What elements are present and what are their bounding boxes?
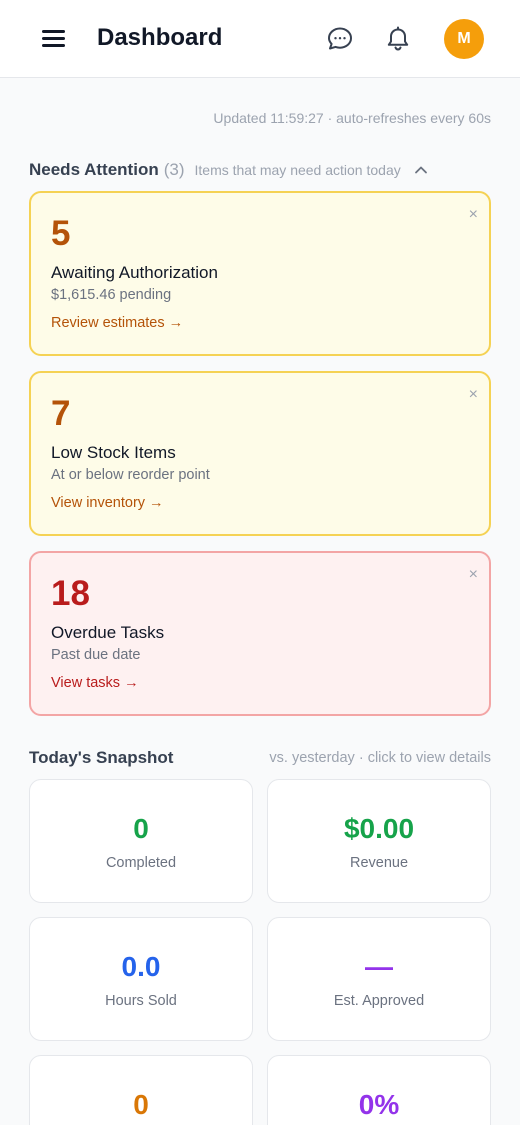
alert-value: 5 xyxy=(51,214,71,253)
snapshot-subtitle: vs. yesterday · click to view details xyxy=(269,750,491,766)
alert-card-low-stock[interactable]: 7 Low Stock Items At or below reorder po… xyxy=(29,371,491,536)
snapshot-title: Today's Snapshot xyxy=(29,748,174,767)
section-subtitle: Items that may need action today xyxy=(194,162,401,178)
chevron-up-icon[interactable] xyxy=(413,162,429,178)
close-icon[interactable]: × xyxy=(469,387,478,403)
stat-tile-est-approved[interactable]: — Est. Approved xyxy=(267,917,491,1041)
view-inventory-link[interactable]: View inventory → xyxy=(51,495,164,511)
stat-tile-hours-sold[interactable]: 0.0 Hours Sold xyxy=(29,917,253,1041)
refresh-status: Updated 11:59:27 · auto-refreshes every … xyxy=(213,110,491,126)
stat-value: — xyxy=(365,951,393,982)
chat-icon[interactable] xyxy=(326,25,354,53)
alert-label: Overdue Tasks xyxy=(51,623,165,642)
attention-count: (3) xyxy=(163,160,185,179)
review-estimates-link[interactable]: Review estimates → xyxy=(51,315,183,331)
alert-label: Low Stock Items xyxy=(51,443,176,462)
section-title: Needs Attention xyxy=(29,160,159,179)
stat-tile-revenue[interactable]: $0.00 Revenue xyxy=(267,779,491,903)
alert-detail: Past due date xyxy=(51,647,141,663)
stat-tile[interactable]: 0% xyxy=(267,1055,491,1125)
stat-tile-completed[interactable]: 0 Completed xyxy=(29,779,253,903)
alert-detail: $1,615.46 pending xyxy=(51,287,172,303)
stat-caption: Revenue xyxy=(349,855,409,871)
stat-caption: Completed xyxy=(105,855,177,871)
alert-value: 7 xyxy=(51,394,71,433)
snapshot-header: Today's Snapshot vs. yesterday · click t… xyxy=(29,746,491,770)
stat-caption: Est. Approved xyxy=(333,993,425,1009)
alert-label: Awaiting Authorization xyxy=(51,263,218,282)
alert-value: 18 xyxy=(51,574,90,613)
bell-icon[interactable] xyxy=(384,25,412,53)
alert-card-overdue-tasks[interactable]: 18 Overdue Tasks Past due date View task… xyxy=(29,551,491,716)
view-tasks-link[interactable]: View tasks → xyxy=(51,675,139,691)
stat-caption: Hours Sold xyxy=(105,993,177,1009)
stat-value: 0 xyxy=(133,813,149,844)
page-title: Dashboard xyxy=(97,24,223,51)
avatar[interactable]: M xyxy=(444,19,484,59)
stat-value: 0% xyxy=(358,1089,400,1120)
close-icon[interactable]: × xyxy=(469,207,478,223)
top-bar: Dashboard M xyxy=(0,0,520,78)
stat-tile[interactable]: 0 xyxy=(29,1055,253,1125)
stat-value: 0 xyxy=(133,1089,149,1120)
close-icon[interactable]: × xyxy=(469,567,478,583)
menu-icon[interactable] xyxy=(42,28,66,48)
alert-detail: At or below reorder point xyxy=(51,467,210,483)
alert-card-awaiting-authorization[interactable]: 5 Awaiting Authorization $1,615.46 pendi… xyxy=(29,191,491,356)
stat-value: 0.0 xyxy=(121,951,161,982)
needs-attention-header: Needs Attention (3) Items that may need … xyxy=(29,158,491,182)
stat-value: $0.00 xyxy=(343,813,415,844)
